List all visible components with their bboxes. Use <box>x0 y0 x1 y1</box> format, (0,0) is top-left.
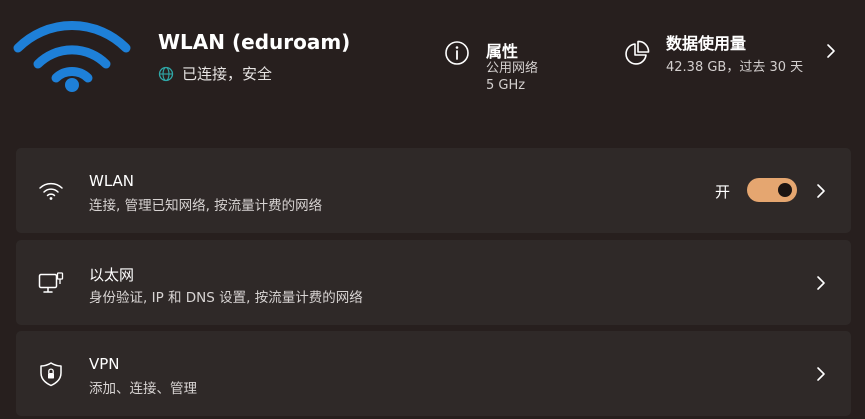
chevron-right-icon <box>817 184 825 198</box>
card-title: VPN <box>89 355 120 373</box>
chevron-right-icon <box>817 367 825 381</box>
ethernet-icon <box>38 272 64 293</box>
wifi-icon <box>39 182 63 200</box>
card-subtitle: 添加、连接、管理 <box>89 381 197 397</box>
data-usage-detail: 42.38 GB，过去 30 天 <box>666 60 804 75</box>
chevron-right-icon <box>827 44 835 58</box>
shield-icon <box>40 362 62 387</box>
network-type: 公用网络 <box>486 61 539 76</box>
connection-status: 已连接，安全 <box>158 63 272 84</box>
data-usage-link[interactable]: 数据使用量 42.38 GB，过去 30 天 <box>624 28 854 84</box>
vpn-settings-card[interactable]: VPN 添加、连接、管理 <box>16 331 851 416</box>
globe-icon <box>158 66 174 81</box>
card-subtitle: 连接, 管理已知网络, 按流量计费的网络 <box>89 198 323 214</box>
toggle-knob <box>778 183 792 197</box>
card-title: WLAN <box>89 172 135 190</box>
card-title: 以太网 <box>89 266 135 284</box>
wlan-settings-card[interactable]: WLAN 连接, 管理已知网络, 按流量计费的网络 开 <box>16 148 851 233</box>
ethernet-settings-card[interactable]: 以太网 身份验证, IP 和 DNS 设置, 按流量计费的网络 <box>16 240 851 325</box>
properties-link[interactable]: 属性 公用网络 5 GHz <box>444 38 604 98</box>
info-icon <box>445 41 469 65</box>
card-subtitle: 身份验证, IP 和 DNS 设置, 按流量计费的网络 <box>89 290 363 306</box>
data-usage-title: 数据使用量 <box>666 34 747 53</box>
pie-chart-icon <box>625 40 650 65</box>
network-band: 5 GHz <box>486 78 526 93</box>
network-name: WLAN (eduroam) <box>158 30 351 54</box>
toggle-state-label: 开 <box>715 183 731 201</box>
network-header: WLAN (eduroam) 已连接，安全 属性 公用网络 5 GHz 数据使用… <box>0 0 865 135</box>
connection-status-text: 已连接，安全 <box>182 65 273 83</box>
wifi-signal-icon <box>13 21 131 92</box>
chevron-right-icon <box>817 276 825 290</box>
wlan-toggle[interactable] <box>747 178 797 202</box>
